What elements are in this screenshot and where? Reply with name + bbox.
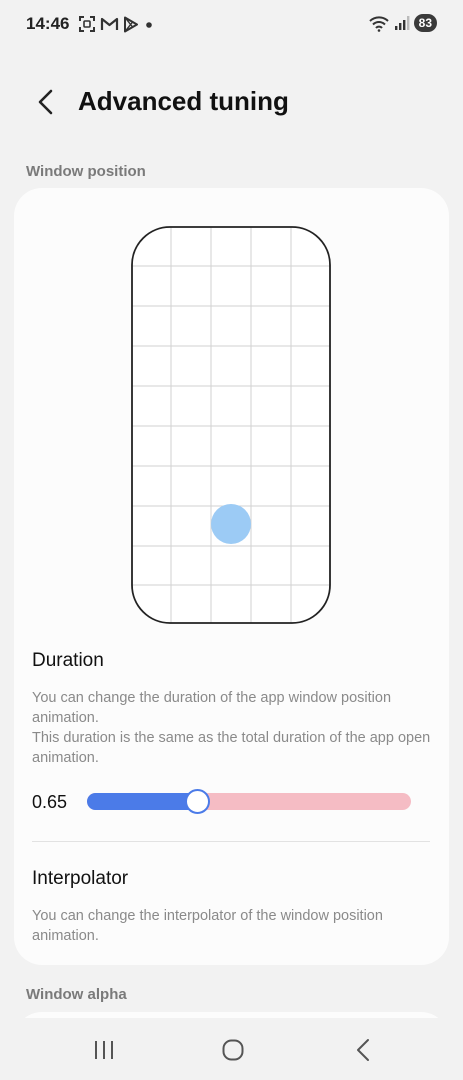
duration-description: You can change the duration of the app w… — [32, 688, 432, 768]
duration-desc-line2: This duration is the same as the total d… — [32, 730, 431, 766]
divider — [32, 841, 430, 842]
play-store-icon — [124, 16, 138, 32]
back-button[interactable] — [28, 84, 64, 120]
section-header-window-alpha: Window alpha — [26, 986, 127, 1003]
duration-slider-fill — [87, 793, 198, 810]
interpolator-title[interactable]: Interpolator — [32, 868, 128, 890]
recent-apps-button[interactable] — [84, 1030, 124, 1070]
interpolator-desc: You can change the interpolator of the w… — [32, 908, 383, 944]
position-dot[interactable] — [211, 504, 251, 544]
duration-title: Duration — [32, 650, 104, 671]
section-header-window-position: Window position — [26, 163, 146, 180]
duration-value: 0.65 — [32, 792, 68, 812]
window-position-card: Duration You can change the duration of … — [14, 188, 449, 965]
signal-icon — [394, 16, 410, 30]
navigation-bar — [0, 1018, 463, 1080]
app-header: Advanced tuning — [0, 78, 463, 128]
home-button[interactable] — [213, 1030, 253, 1070]
status-bar: 14:46 83 — [0, 0, 463, 52]
home-icon — [222, 1039, 244, 1061]
recents-icon — [95, 1041, 113, 1059]
chevron-left-icon — [38, 89, 53, 115]
position-grid — [132, 227, 330, 623]
back-icon — [357, 1039, 369, 1061]
gmail-icon — [100, 17, 119, 30]
screenshot-icon — [79, 16, 95, 32]
duration-desc-line1: You can change the duration of the app w… — [32, 690, 392, 726]
wifi-icon — [368, 16, 389, 32]
notification-icons — [78, 15, 155, 33]
status-time: 14:46 — [26, 14, 70, 33]
interpolator-description: You can change the interpolator of the w… — [32, 906, 432, 946]
phone-position-preview[interactable] — [131, 226, 331, 624]
duration-slider-thumb[interactable] — [185, 789, 211, 814]
battery-indicator: 83 — [413, 14, 437, 32]
nav-back-button[interactable] — [343, 1030, 383, 1070]
duration-slider-row: 0.65 — [32, 788, 432, 816]
dot-icon — [146, 22, 152, 28]
duration-slider[interactable] — [87, 789, 411, 814]
page-title: Advanced tuning — [78, 86, 289, 116]
system-icons: 83 — [368, 14, 437, 32]
